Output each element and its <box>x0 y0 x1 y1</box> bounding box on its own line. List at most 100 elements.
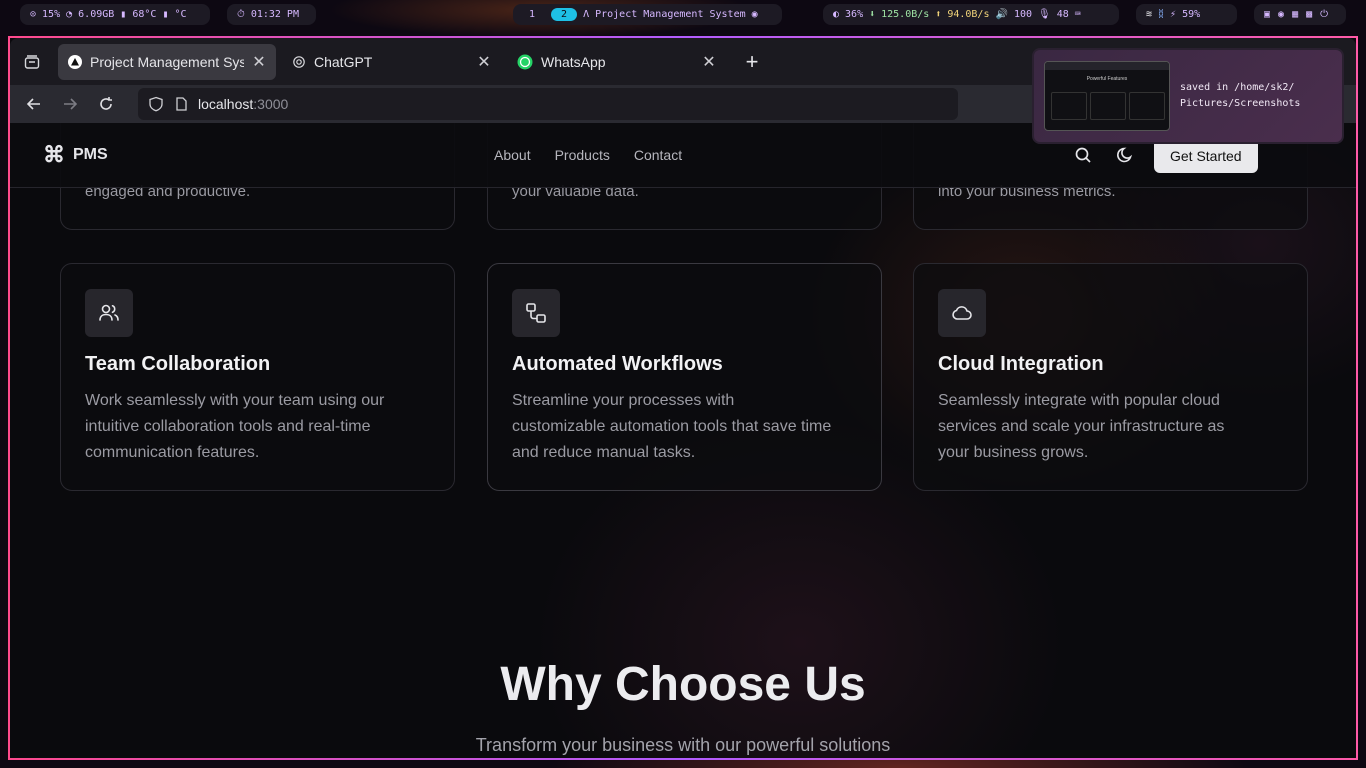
get-started-button[interactable]: Get Started <box>1154 139 1258 173</box>
feature-icon-box <box>938 289 986 337</box>
feature-title: Cloud Integration <box>938 353 1104 375</box>
page-icon[interactable] <box>174 97 188 111</box>
palette-icon[interactable]: ◉ <box>1278 9 1284 20</box>
bluetooth-icon[interactable]: ᛥ <box>1158 9 1164 20</box>
header-actions <box>1074 146 1134 164</box>
moon-icon[interactable] <box>1116 146 1134 164</box>
clipboard-icon[interactable]: ▩ <box>1306 9 1312 20</box>
wifi-icon[interactable]: ≋ <box>1146 9 1152 20</box>
shield-icon[interactable] <box>148 96 164 112</box>
battery-icon: ⚡ <box>1170 9 1177 20</box>
url-bar[interactable]: localhost:3000 <box>138 88 958 120</box>
feature-description: Seamlessly integrate with popular cloud … <box>938 392 1225 461</box>
feature-description: Work seamlessly with your team using our… <box>85 392 385 461</box>
brightness-icon: ◐ <box>833 9 840 20</box>
reload-icon <box>100 97 112 110</box>
chatgpt-icon <box>293 55 305 68</box>
tab-chatgpt[interactable]: ChatGPT ✕ <box>282 44 501 80</box>
system-stats-text: ⊙ 15% ◔ 6.09GB ▮ 68°C ▮ °C <box>30 9 187 20</box>
site-logo[interactable]: ⌘ PMS <box>43 142 108 168</box>
clock-widget[interactable]: ⏱ 01:32 PM <box>227 4 316 25</box>
battery-value: 59% <box>1182 9 1201 20</box>
connectivity-widget: ≋ ᛥ ⚡ 59% <box>1136 4 1237 25</box>
url-host: localhost <box>198 96 254 112</box>
upload-icon: ⬆ <box>935 9 942 20</box>
screenshot-thumbnail[interactable]: Powerful Features <box>1044 61 1170 131</box>
close-tab-icon[interactable]: ✕ <box>702 52 716 72</box>
thumbnail-card <box>1051 92 1087 120</box>
clock-icon: ⏱ <box>237 9 245 20</box>
users-icon <box>99 304 119 321</box>
notification-line-2: Pictures/Screenshots <box>1180 98 1301 109</box>
power-widget: ▣ ◉ ▦ ▩ ⏻ <box>1254 4 1346 25</box>
window-arch-icon: Λ <box>583 9 590 20</box>
mic-icon[interactable]: 🎙 <box>1038 9 1051 20</box>
workspace-bar: 1 2 Λ Project Management System ◉ <box>513 4 782 25</box>
forward-arrow-icon <box>64 98 78 110</box>
feature-card: Automated Workflows Streamline your proc… <box>487 263 882 491</box>
system-stats: ⊙ 15% ◔ 6.09GB ▮ 68°C ▮ °C <box>20 4 210 25</box>
active-window-title: Project Management System <box>595 9 746 20</box>
forward-button[interactable] <box>52 86 88 122</box>
cloud-icon <box>952 306 972 320</box>
web-page: engaged and productive. your valuable da… <box>10 123 1356 758</box>
triangle-logo-icon <box>68 54 82 69</box>
download-value: 125.0B/s <box>881 9 930 20</box>
feature-card: Cloud Integration Seamlessly integrate w… <box>913 263 1308 491</box>
workspace-1[interactable]: 1 <box>519 8 545 21</box>
upload-value: 94.0B/s <box>947 9 990 20</box>
status-stats: ◐ 36% ⬇ 125.0B/s ⬆ 94.0B/s 🔊 100 🎙 48 ⌨ <box>823 4 1119 25</box>
brightness-value: 36% <box>845 9 864 20</box>
tab-project-management[interactable]: Project Management System ✕ <box>58 43 276 80</box>
firefox-icon: ◉ <box>751 9 758 20</box>
tab-list-icon <box>24 54 40 69</box>
new-tab-button[interactable]: + <box>740 49 764 75</box>
thumbnail-tab-bar <box>1045 62 1169 70</box>
feature-icon-box <box>512 289 560 337</box>
back-arrow-icon <box>26 98 40 110</box>
whatsapp-icon <box>517 54 533 69</box>
tab-title: Project Management System <box>90 53 244 70</box>
why-choose-us-heading: Why Choose Us <box>500 658 866 711</box>
workflow-icon <box>526 303 546 323</box>
screenshot-notification[interactable]: Powerful Features saved in /home/sk2/ Pi… <box>1032 48 1344 144</box>
close-tab-icon[interactable]: ✕ <box>477 52 491 72</box>
nav-link-products[interactable]: Products <box>555 147 610 163</box>
why-choose-us-subtitle: Transform your business with our powerfu… <box>475 735 891 755</box>
feature-icon-box <box>85 289 133 337</box>
system-topbar: ⊙ 15% ◔ 6.09GB ▮ 68°C ▮ °C ⏱ 01:32 PM 1 … <box>0 0 1366 30</box>
feature-title: Automated Workflows <box>512 353 723 375</box>
back-button[interactable] <box>16 86 52 122</box>
tab-title: WhatsApp <box>541 53 606 70</box>
tab-title: ChatGPT <box>314 53 373 70</box>
tab-list-button[interactable] <box>12 42 52 82</box>
clock-text: 01:32 PM <box>250 9 299 20</box>
volume-icon[interactable]: 🔊 <box>995 9 1007 20</box>
power-icon[interactable]: ⏻ <box>1320 9 1328 20</box>
feature-card: Team Collaboration Work seamlessly with … <box>60 263 455 491</box>
nav-link-about[interactable]: About <box>494 147 531 163</box>
site-nav: About Products Contact <box>494 147 682 163</box>
keyboard-icon: ⌨ <box>1074 9 1081 20</box>
notification-line-1: saved in /home/sk2/ <box>1180 82 1295 93</box>
lock-icon[interactable]: ▣ <box>1264 9 1270 20</box>
notification-message: saved in /home/sk2/ Pictures/Screenshots <box>1180 80 1300 112</box>
close-tab-icon[interactable]: ✕ <box>252 52 266 72</box>
workspace-2[interactable]: 2 <box>551 8 578 21</box>
screenshot-icon[interactable]: ▦ <box>1292 9 1298 20</box>
nav-link-contact[interactable]: Contact <box>634 147 682 163</box>
mic-value: 48 <box>1056 9 1069 20</box>
url-port: :3000 <box>253 96 289 112</box>
tab-whatsapp[interactable]: WhatsApp ✕ <box>507 44 726 80</box>
search-icon[interactable] <box>1074 146 1092 164</box>
download-icon: ⬇ <box>869 9 876 20</box>
feature-title: Team Collaboration <box>85 353 271 375</box>
feature-description: Streamline your processes with customiza… <box>512 392 832 461</box>
reload-button[interactable] <box>88 86 124 122</box>
thumbnail-card <box>1090 92 1126 120</box>
thumbnail-card <box>1129 92 1165 120</box>
logo-text: PMS <box>73 146 108 163</box>
command-icon: ⌘ <box>43 142 65 167</box>
thumbnail-title: Powerful Features <box>1086 76 1128 82</box>
browser-window: Project Management System ✕ ChatGPT ✕ Wh… <box>8 36 1358 760</box>
